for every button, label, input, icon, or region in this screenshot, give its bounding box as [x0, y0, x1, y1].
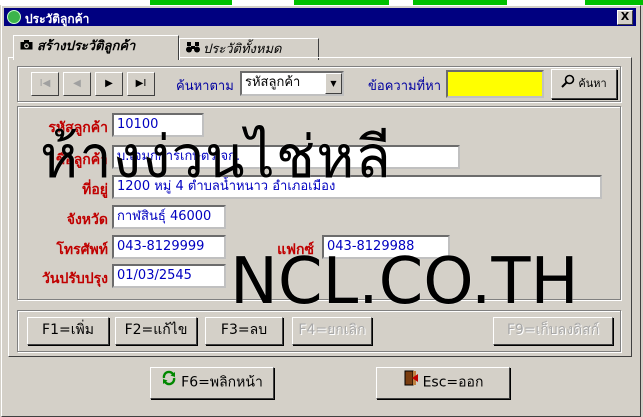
watermark-domain: NCL.CO.TH	[230, 245, 579, 319]
watermark-thai: ห้างง่วนไช่หลี	[40, 123, 392, 191]
add-button[interactable]: F1=เพิ่ม	[27, 317, 109, 345]
tab-create-customer-label: สร้างประวัติลูกค้า	[37, 39, 136, 54]
close-button[interactable]: X	[617, 10, 633, 25]
delete-button[interactable]: F3=ลบ	[205, 317, 283, 345]
exit-door-icon	[403, 368, 419, 397]
previous-record-button[interactable]: ◀	[63, 72, 91, 96]
window-title: ประวัติลูกค้า	[25, 12, 90, 26]
cancel-button[interactable]: F4=ยกเลิก	[292, 317, 372, 345]
title-bar[interactable]: ประวัติลูกค้า X	[4, 8, 636, 26]
search-by-label: ค้นหาตาม	[176, 79, 234, 94]
updated-date-label: วันปรับปรุง	[42, 271, 108, 287]
province-field[interactable]: กาฬสินธุ์ 46000	[112, 205, 226, 229]
tab-create-customer[interactable]: สร้างประวัติลูกค้า	[13, 35, 179, 60]
search-icon	[561, 71, 575, 98]
search-button[interactable]: ค้นหา	[551, 69, 617, 99]
search-button-label: ค้นหา	[578, 77, 607, 90]
search-by-select[interactable]: รหัสลูกค้า ▼	[240, 71, 344, 96]
chevron-down-icon[interactable]: ▼	[325, 73, 342, 94]
camera-icon	[20, 36, 34, 58]
search-text-label: ข้อความที่หา	[368, 79, 441, 94]
page-flip-button[interactable]: F6=พลิกหน้า	[150, 367, 274, 399]
province-label: จังหวัด	[66, 212, 108, 228]
first-record-button[interactable]: I◀	[31, 72, 59, 96]
tab-all-history-label: ประวัติทั้งหมด	[203, 42, 282, 57]
edit-button[interactable]: F2=แก้ไข	[115, 317, 197, 345]
exit-button-label: Esc=ออก	[422, 374, 484, 391]
save-to-disk-button[interactable]: F9=เก็บลงดิสก์	[493, 317, 613, 345]
updated-date-field[interactable]: 01/03/2545	[112, 264, 226, 288]
phone-field[interactable]: 043-8129999	[112, 235, 226, 259]
exit-button[interactable]: Esc=ออก	[376, 367, 510, 399]
search-text-input[interactable]	[446, 70, 544, 98]
page-flip-button-label: F6=พลิกหน้า	[181, 374, 263, 391]
next-record-button[interactable]: ▶	[95, 72, 123, 96]
search-by-value: รหัสลูกค้า	[245, 75, 301, 90]
last-record-button[interactable]: ▶I	[127, 72, 155, 96]
refresh-icon	[161, 368, 177, 397]
phone-label: โทรศัพท์	[56, 242, 108, 258]
app-icon	[7, 10, 21, 24]
